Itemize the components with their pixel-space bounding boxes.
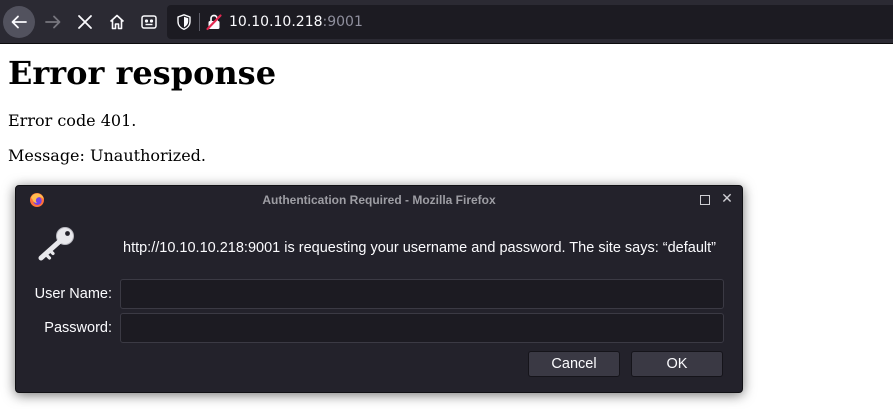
page-heading: Error response — [8, 54, 277, 92]
reader-view-icon — [141, 15, 157, 29]
maximize-icon[interactable] — [700, 195, 710, 205]
auth-dialog: Authentication Required - Mozilla Firefo… — [15, 185, 743, 393]
forward-button[interactable] — [37, 6, 69, 38]
url-host: 10.10.10.218 — [229, 14, 323, 30]
reader-view-button[interactable] — [133, 6, 165, 38]
password-field[interactable] — [120, 313, 724, 343]
dialog-titlebar[interactable]: Authentication Required - Mozilla Firefo… — [16, 186, 742, 214]
stop-icon — [78, 15, 92, 29]
back-arrow-icon — [11, 15, 27, 29]
error-code-text: Error code 401. — [8, 111, 137, 130]
page-content: Error response Error code 401. Message: … — [8, 44, 888, 165]
back-button[interactable] — [3, 6, 35, 38]
url-separator — [199, 13, 200, 31]
shield-icon[interactable] — [175, 13, 193, 31]
dialog-message: http://10.10.10.218:9001 is requesting y… — [123, 240, 716, 256]
username-field[interactable] — [120, 279, 724, 309]
address-bar[interactable]: 10.10.10.218:9001 — [167, 5, 893, 39]
insecure-lock-icon[interactable] — [205, 13, 223, 31]
username-label: User Name: — [34, 286, 112, 302]
cancel-button[interactable]: Cancel — [528, 351, 620, 377]
stop-button[interactable] — [69, 6, 101, 38]
home-icon — [109, 14, 125, 30]
url-port: :9001 — [322, 14, 363, 30]
error-message-text: Message: Unauthorized. — [8, 146, 206, 165]
forward-arrow-icon — [45, 15, 61, 29]
home-button[interactable] — [101, 6, 133, 38]
browser-toolbar: 10.10.10.218:9001 — [0, 0, 893, 44]
url-text[interactable]: 10.10.10.218:9001 — [229, 13, 363, 31]
password-label: Password: — [44, 320, 112, 336]
ok-button[interactable]: OK — [631, 351, 723, 377]
close-icon[interactable]: ✕ — [720, 190, 734, 208]
key-icon — [38, 227, 74, 261]
dialog-title: Authentication Required - Mozilla Firefo… — [262, 193, 496, 207]
